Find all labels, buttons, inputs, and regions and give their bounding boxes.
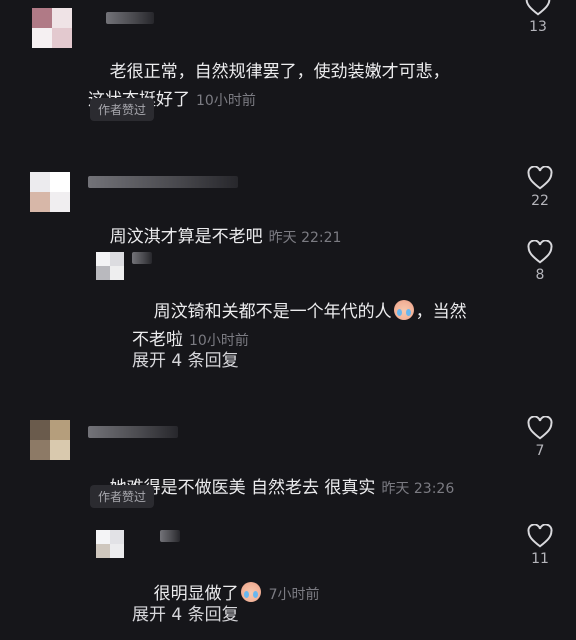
comment-3-time: 昨天 23:26 — [381, 481, 455, 497]
expand-replies-button[interactable]: 展开 4 条回复 — [132, 600, 239, 625]
avatar[interactable] — [30, 172, 70, 212]
reply-2-like-count: 8 — [535, 267, 545, 283]
author-liked-badge: 作者赞过 — [90, 485, 155, 508]
comment-1-like[interactable]: 13 — [518, 0, 558, 35]
crying-face-emoji — [393, 300, 414, 320]
avatar[interactable] — [32, 8, 72, 48]
heart-outline-icon — [527, 416, 553, 440]
username-blurred[interactable] — [88, 426, 178, 438]
comment-2-like[interactable]: 22 — [520, 166, 560, 209]
avatar[interactable] — [30, 420, 70, 460]
crying-face-emoji — [240, 582, 261, 602]
heart-outline-icon — [525, 0, 551, 16]
author-liked-badge: 作者赞过 — [90, 98, 155, 121]
comment-list: 13 老很正常，自然规律罢了，使劲装嫩才可悲，这状态挺好了10小时前 作者赞过 … — [0, 0, 576, 640]
username-blurred[interactable] — [106, 12, 154, 24]
reply-3-like[interactable]: 11 — [520, 524, 560, 567]
username-blurred[interactable] — [132, 252, 152, 264]
username-blurred[interactable] — [160, 530, 180, 542]
reply-2-like[interactable]: 8 — [520, 240, 560, 283]
comment-1-like-count: 13 — [529, 19, 547, 35]
comment-2-like-count: 22 — [531, 193, 549, 209]
comment-2-text: 周汶淇才算是不老吧 昨天 22:21 — [109, 227, 342, 247]
heart-outline-icon — [527, 166, 553, 190]
comment-3-like-count: 7 — [535, 443, 545, 459]
comment-2-time: 昨天 22:21 — [268, 230, 342, 246]
comment-1-time: 10小时前 — [196, 93, 256, 109]
reply-3-like-count: 11 — [531, 551, 549, 567]
avatar[interactable] — [96, 530, 124, 558]
comment-3-like[interactable]: 7 — [520, 416, 560, 459]
avatar[interactable] — [96, 252, 124, 280]
username-blurred[interactable] — [88, 176, 238, 188]
heart-outline-icon — [527, 240, 553, 264]
comment-1-text: 老很正常，自然规律罢了，使劲装嫩才可悲，这状态挺好了10小时前 — [88, 62, 450, 110]
expand-replies-button[interactable]: 展开 4 条回复 — [132, 346, 239, 371]
heart-outline-icon — [527, 524, 553, 548]
reply-3-time: 7小时前 — [268, 587, 320, 603]
